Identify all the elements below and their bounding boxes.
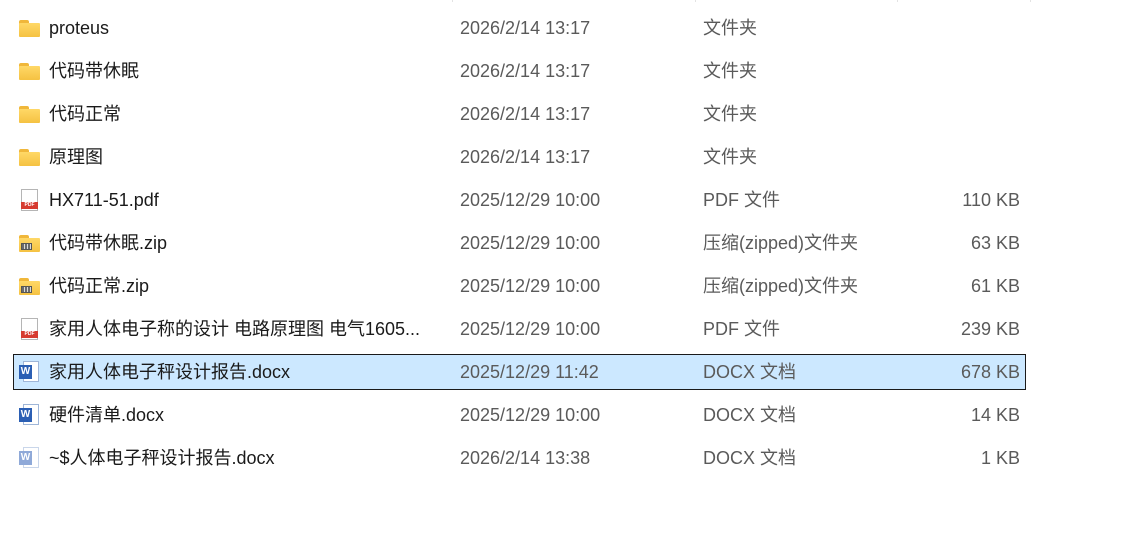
file-type: DOCX 文档 <box>703 362 797 382</box>
file-row-proteus[interactable]: proteus 2026/2/14 13:17 文件夹 <box>0 8 1123 51</box>
file-size: 63 KB <box>970 233 1020 253</box>
file-row-code-with-sleep[interactable]: 代码带休眠 2026/2/14 13:17 文件夹 <box>0 51 1123 94</box>
date-modified: 2025/12/29 10:00 <box>460 190 601 210</box>
name-cell: PDF 家用人体电子称的设计 电路原理图 电气1605... <box>18 309 438 349</box>
file-type: 文件夹 <box>703 18 757 38</box>
file-name: 代码正常 <box>49 104 121 124</box>
file-row-hx711-pdf[interactable]: PDF HX711-51.pdf 2025/12/29 10:00 PDF 文件… <box>0 180 1123 223</box>
file-list: proteus 2026/2/14 13:17 文件夹 代码带休眠 2026/2… <box>0 8 1123 481</box>
date-modified: 2026/2/14 13:17 <box>460 18 591 38</box>
name-cell: W ~$人体电子秤设计报告.docx <box>18 438 438 478</box>
file-size: 1 KB <box>980 448 1020 468</box>
word-icon: W <box>18 361 41 383</box>
file-size <box>880 137 1020 177</box>
file-size <box>880 51 1020 91</box>
name-cell: 代码带休眠.zip <box>18 223 438 263</box>
zip-folder-icon <box>18 232 41 254</box>
column-divider[interactable] <box>695 0 696 2</box>
folder-icon <box>18 103 41 125</box>
file-size: 110 KB <box>962 190 1020 210</box>
date-modified: 2026/2/14 13:38 <box>460 448 591 468</box>
file-name: 家用人体电子秤设计报告.docx <box>49 362 291 382</box>
file-name: 代码带休眠 <box>49 61 139 81</box>
name-cell: proteus <box>18 8 438 48</box>
file-size: 14 KB <box>970 405 1020 425</box>
name-cell: PDF HX711-51.pdf <box>18 180 438 220</box>
file-type: 文件夹 <box>703 104 757 124</box>
file-size: 239 KB <box>960 319 1020 339</box>
file-type: 压缩(zipped)文件夹 <box>703 276 859 296</box>
name-cell: W 家用人体电子秤设计报告.docx <box>18 352 438 392</box>
file-size <box>880 8 1020 48</box>
file-size <box>880 94 1020 134</box>
file-row-design-report-docx[interactable]: W 家用人体电子秤设计报告.docx 2025/12/29 11:42 DOCX… <box>0 352 1123 395</box>
file-type: PDF 文件 <box>703 190 781 210</box>
file-row-temp-docx[interactable]: W ~$人体电子秤设计报告.docx 2026/2/14 13:38 DOCX … <box>0 438 1123 481</box>
file-type: 文件夹 <box>703 61 757 81</box>
file-row-code-normal-zip[interactable]: 代码正常.zip 2025/12/29 10:00 压缩(zipped)文件夹 … <box>0 266 1123 309</box>
file-row-code-normal[interactable]: 代码正常 2026/2/14 13:17 文件夹 <box>0 94 1123 137</box>
file-name: 代码正常.zip <box>49 276 150 296</box>
date-modified: 2026/2/14 13:17 <box>460 104 591 124</box>
zip-folder-icon <box>18 275 41 297</box>
file-type: DOCX 文档 <box>703 448 797 468</box>
word-icon: W <box>18 404 41 426</box>
file-row-hardware-list-docx[interactable]: W 硬件清单.docx 2025/12/29 10:00 DOCX 文档 14 … <box>0 395 1123 438</box>
file-type: 文件夹 <box>703 147 757 167</box>
date-modified: 2026/2/14 13:17 <box>460 147 591 167</box>
pdf-icon: PDF <box>18 189 41 211</box>
file-name: 家用人体电子称的设计 电路原理图 电气1605... <box>49 319 421 339</box>
file-type: PDF 文件 <box>703 319 781 339</box>
file-name: ~$人体电子秤设计报告.docx <box>49 448 275 468</box>
date-modified: 2026/2/14 13:17 <box>460 61 591 81</box>
date-modified: 2025/12/29 10:00 <box>460 405 601 425</box>
date-modified: 2025/12/29 11:42 <box>460 362 599 382</box>
folder-icon <box>18 146 41 168</box>
column-divider[interactable] <box>897 0 898 2</box>
name-cell: 原理图 <box>18 137 438 177</box>
file-row-circuit-pdf[interactable]: PDF 家用人体电子称的设计 电路原理图 电气1605... 2025/12/2… <box>0 309 1123 352</box>
file-size: 61 KB <box>970 276 1020 296</box>
file-name: 代码带休眠.zip <box>49 233 168 253</box>
folder-icon <box>18 17 41 39</box>
pdf-icon: PDF <box>18 318 41 340</box>
date-modified: 2025/12/29 10:00 <box>460 319 601 339</box>
file-name: 硬件清单.docx <box>49 405 165 425</box>
folder-icon <box>18 60 41 82</box>
name-cell: 代码正常 <box>18 94 438 134</box>
column-header-dividers <box>0 0 1123 2</box>
file-type: DOCX 文档 <box>703 405 797 425</box>
file-name: 原理图 <box>49 147 103 167</box>
file-type: 压缩(zipped)文件夹 <box>703 233 859 253</box>
file-name: HX711-51.pdf <box>49 190 159 210</box>
column-divider[interactable] <box>1030 0 1031 2</box>
word-temp-icon: W <box>18 447 41 469</box>
date-modified: 2025/12/29 10:00 <box>460 276 601 296</box>
name-cell: W 硬件清单.docx <box>18 395 438 435</box>
file-name: proteus <box>49 18 110 38</box>
file-row-schematic[interactable]: 原理图 2026/2/14 13:17 文件夹 <box>0 137 1123 180</box>
name-cell: 代码正常.zip <box>18 266 438 306</box>
column-divider[interactable] <box>452 0 453 2</box>
name-cell: 代码带休眠 <box>18 51 438 91</box>
date-modified: 2025/12/29 10:00 <box>460 233 601 253</box>
file-size: 678 KB <box>960 362 1020 382</box>
file-row-code-with-sleep-zip[interactable]: 代码带休眠.zip 2025/12/29 10:00 压缩(zipped)文件夹… <box>0 223 1123 266</box>
